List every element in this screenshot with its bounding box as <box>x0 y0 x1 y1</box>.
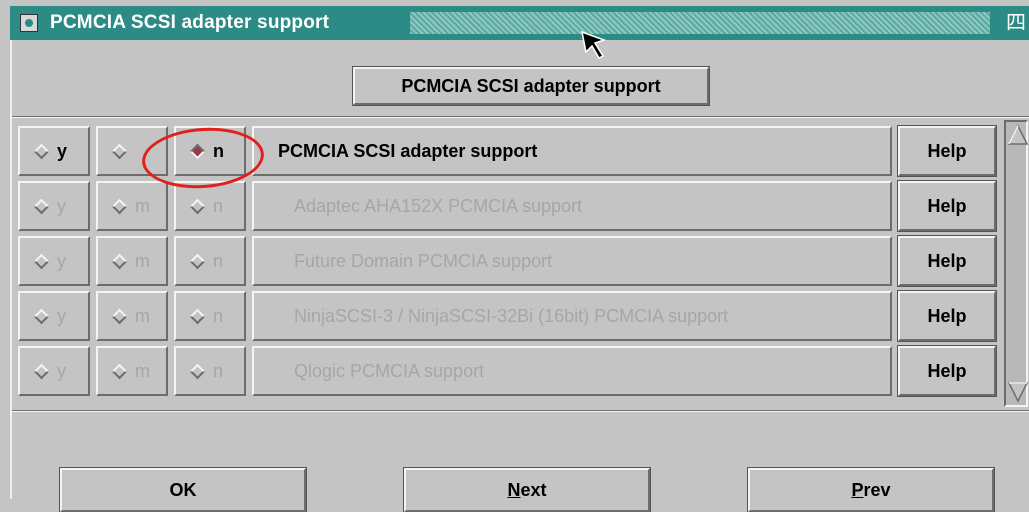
next-button[interactable]: Next <box>404 468 650 512</box>
radio-m-label: m <box>135 305 150 326</box>
option-label: Future Domain PCMCIA support <box>252 236 892 286</box>
help-button[interactable]: Help <box>898 181 996 231</box>
radio-y-label: y <box>57 360 66 381</box>
prev-mnemonic: P <box>851 479 864 500</box>
radio-m-label: m <box>135 195 150 216</box>
radio-indicator-icon <box>189 363 206 379</box>
radio-n: n <box>174 291 246 341</box>
ok-button[interactable]: OK <box>60 468 306 512</box>
option-label: Qlogic PCMCIA support <box>252 346 892 396</box>
radio-m-label: m <box>135 250 150 271</box>
radio-n-label: n <box>213 360 224 381</box>
radio-indicator-icon <box>33 363 50 379</box>
radio-y-label: y <box>57 250 66 271</box>
radio-n: n <box>174 236 246 286</box>
radio-indicator-icon <box>33 308 50 324</box>
option-row: y m n Future Domain PCMCIA support Help <box>18 236 998 286</box>
next-label: ext <box>520 479 547 500</box>
title-bar[interactable]: PCMCIA SCSI adapter support 四 <box>10 6 1029 42</box>
prev-button[interactable]: Prev <box>748 468 994 512</box>
radio-indicator-icon <box>189 308 206 324</box>
mouse-cursor-icon <box>581 30 607 59</box>
radio-indicator-icon <box>111 363 128 379</box>
radio-m-label: m <box>135 360 150 381</box>
radio-indicator-icon <box>189 253 206 269</box>
radio-indicator-icon <box>33 253 50 269</box>
radio-indicator-icon <box>111 143 128 159</box>
help-button[interactable]: Help <box>898 126 996 176</box>
option-row: y m n Adaptec AHA152X PCMCIA support Help <box>18 181 998 231</box>
ok-label: OK <box>169 479 197 500</box>
radio-m: m <box>96 236 168 286</box>
radio-y: y <box>18 346 90 396</box>
radio-y-label: y <box>57 305 66 326</box>
scroll-down-icon[interactable] <box>1007 381 1029 403</box>
radio-n: n <box>174 346 246 396</box>
radio-y: y <box>18 181 90 231</box>
section-title-button[interactable]: PCMCIA SCSI adapter support <box>353 67 709 105</box>
radio-n-label: n <box>213 195 224 216</box>
radio-y-label: y <box>57 195 66 216</box>
help-button[interactable]: Help <box>898 236 996 286</box>
radio-n-label: n <box>213 305 224 326</box>
window-title: PCMCIA SCSI adapter support <box>50 12 330 33</box>
title-bar-drag-area[interactable] <box>410 12 990 34</box>
scroll-up-icon[interactable] <box>1007 124 1029 146</box>
radio-indicator-icon <box>189 198 206 214</box>
radio-y: y <box>18 291 90 341</box>
radio-y: y <box>18 236 90 286</box>
radio-n: n <box>174 181 246 231</box>
window-body: PCMCIA SCSI adapter support y n PCMCIA SCS… <box>10 40 1029 512</box>
radio-indicator-icon <box>33 143 50 159</box>
radio-indicator-icon <box>111 198 128 214</box>
radio-m: m <box>96 181 168 231</box>
radio-m: m <box>96 346 168 396</box>
option-label: NinjaSCSI-3 / NinjaSCSI-32Bi (16bit) PCM… <box>252 291 892 341</box>
radio-indicator-icon <box>111 308 128 324</box>
top-separator <box>12 116 1029 118</box>
maximize-icon[interactable]: 四 <box>1005 12 1027 34</box>
radio-indicator-icon <box>111 253 128 269</box>
scrollbar[interactable] <box>1004 120 1029 407</box>
option-label: Adaptec AHA152X PCMCIA support <box>252 181 892 231</box>
option-row: y m n Qlogic PCMCIA support Help <box>18 346 998 396</box>
help-button[interactable]: Help <box>898 291 996 341</box>
prev-label: rev <box>863 479 891 500</box>
radio-n-label: n <box>213 250 224 271</box>
window-menu-icon[interactable] <box>20 14 38 32</box>
radio-y[interactable]: y <box>18 126 90 176</box>
option-label: PCMCIA SCSI adapter support <box>252 126 892 176</box>
option-row: y m n NinjaSCSI-3 / NinjaSCSI-32Bi (16bit) … <box>18 291 998 341</box>
radio-m: m <box>96 291 168 341</box>
radio-indicator-icon <box>33 198 50 214</box>
radio-y-label: y <box>57 140 68 161</box>
help-button[interactable]: Help <box>898 346 996 396</box>
bottom-separator <box>12 410 1029 412</box>
next-mnemonic: N <box>507 479 521 500</box>
